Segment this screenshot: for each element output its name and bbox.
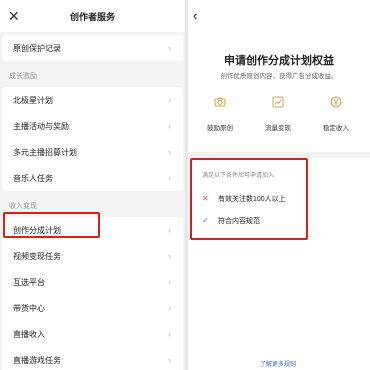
- chevron-right-icon: ›: [168, 173, 171, 183]
- revenue-share-panel: ‹ 申请创作分成计划权益 创作优质原创内容，获得广告分成收益。 鼓励原创 流量变…: [188, 0, 370, 370]
- condition-text: 符合内容规范: [218, 218, 260, 225]
- chevron-right-icon: ›: [168, 147, 171, 157]
- chevron-right-icon: ›: [168, 121, 171, 131]
- benefit-label: 稳定收入: [323, 125, 349, 132]
- chevron-right-icon: ›: [168, 225, 171, 235]
- condition-item-followers: ✕ 有效关注数100人以上: [202, 194, 286, 204]
- menu-item-label: 多元主播招募计划: [13, 147, 77, 157]
- top-card: 原创保护记录 ›: [2, 35, 183, 61]
- benefit-original: 鼓励原创: [190, 96, 250, 132]
- close-icon[interactable]: ✕: [8, 8, 20, 24]
- menu-item-mutual-select[interactable]: 互选平台 ›: [2, 269, 183, 295]
- menu-item-video-monetization[interactable]: 视频变现任务 ›: [2, 243, 183, 269]
- menu-item-label: 带货中心: [13, 303, 45, 313]
- menu-item-diverse-recruit[interactable]: 多元主播招募计划 ›: [2, 139, 183, 165]
- benefit-list: 鼓励原创 流量变现 稳定收入: [188, 96, 370, 136]
- chevron-right-icon: ›: [168, 355, 171, 365]
- menu-item-label: 主播活动与奖励: [13, 121, 69, 131]
- menu-item-label: 直播游戏任务: [13, 355, 61, 365]
- benefit-label: 鼓励原创: [207, 125, 233, 132]
- menu-item-north-star[interactable]: 北极星计划 ›: [2, 87, 183, 113]
- conditions-heading: 满足以下条件后可申请加入: [202, 173, 275, 179]
- monetization-card: 创作分成计划 › 视频变现任务 › 互选平台 › 带货中心 › 直播收入 › 直…: [2, 217, 183, 370]
- coin-icon: [330, 96, 342, 108]
- menu-item-label: 原创保护记录: [13, 43, 61, 53]
- menu-item-live-income[interactable]: 直播收入 ›: [2, 321, 183, 347]
- check-icon: ✓: [202, 216, 209, 225]
- back-arrow-icon[interactable]: ‹: [193, 8, 197, 24]
- chevron-right-icon: ›: [168, 95, 171, 105]
- growth-card: 北极星计划 › 主播活动与奖励 › 多元主播招募计划 › 音乐人任务 ›: [2, 87, 183, 191]
- page-title: 创作者服务: [69, 11, 115, 22]
- cross-icon: ✕: [202, 194, 209, 203]
- chevron-right-icon: ›: [168, 43, 171, 53]
- menu-item-commerce-center[interactable]: 带货中心 ›: [2, 295, 183, 321]
- chevron-right-icon: ›: [168, 329, 171, 339]
- camera-icon: [214, 97, 226, 107]
- group-label-growth: 成长激励: [9, 73, 37, 80]
- creator-services-panel: ✕ 创作者服务 原创保护记录 › 成长激励 北极星计划 › 主播活动与奖励 › …: [0, 0, 185, 370]
- chevron-right-icon: ›: [168, 303, 171, 313]
- chart-icon: [272, 96, 284, 108]
- menu-item-musician-tasks[interactable]: 音乐人任务 ›: [2, 165, 183, 191]
- menu-item-label: 互选平台: [13, 277, 45, 287]
- menu-item-label: 音乐人任务: [13, 173, 53, 183]
- menu-item-original-protection[interactable]: 原创保护记录 ›: [2, 35, 183, 61]
- learn-more-link[interactable]: 了解更多规则: [260, 359, 296, 368]
- menu-item-live-game-tasks[interactable]: 直播游戏任务 ›: [2, 347, 183, 370]
- menu-item-label: 视频变现任务: [13, 251, 61, 261]
- left-header: ✕ 创作者服务: [0, 0, 185, 32]
- benefit-traffic: 流量变现: [248, 96, 308, 132]
- benefit-stable-income: 稳定收入: [306, 96, 366, 132]
- highlight-box-revenue-share: [3, 212, 100, 238]
- menu-item-label: 直播收入: [13, 329, 45, 339]
- chevron-right-icon: ›: [168, 251, 171, 261]
- benefit-subtitle: 创作优质原创内容，获得广告分成收益。: [220, 73, 338, 80]
- benefit-title: 申请创作分成计划权益: [224, 55, 334, 67]
- menu-item-label: 北极星计划: [13, 95, 53, 105]
- benefit-label: 流量变现: [265, 125, 291, 132]
- chevron-right-icon: ›: [168, 277, 171, 287]
- condition-text: 有效关注数100人以上: [218, 196, 286, 203]
- condition-item-content-rules: ✓ 符合内容规范: [202, 216, 260, 226]
- conditions-box: 满足以下条件后可申请加入 ✕ 有效关注数100人以上 ✓ 符合内容规范: [190, 158, 308, 240]
- menu-item-streamer-events[interactable]: 主播活动与奖励 ›: [2, 113, 183, 139]
